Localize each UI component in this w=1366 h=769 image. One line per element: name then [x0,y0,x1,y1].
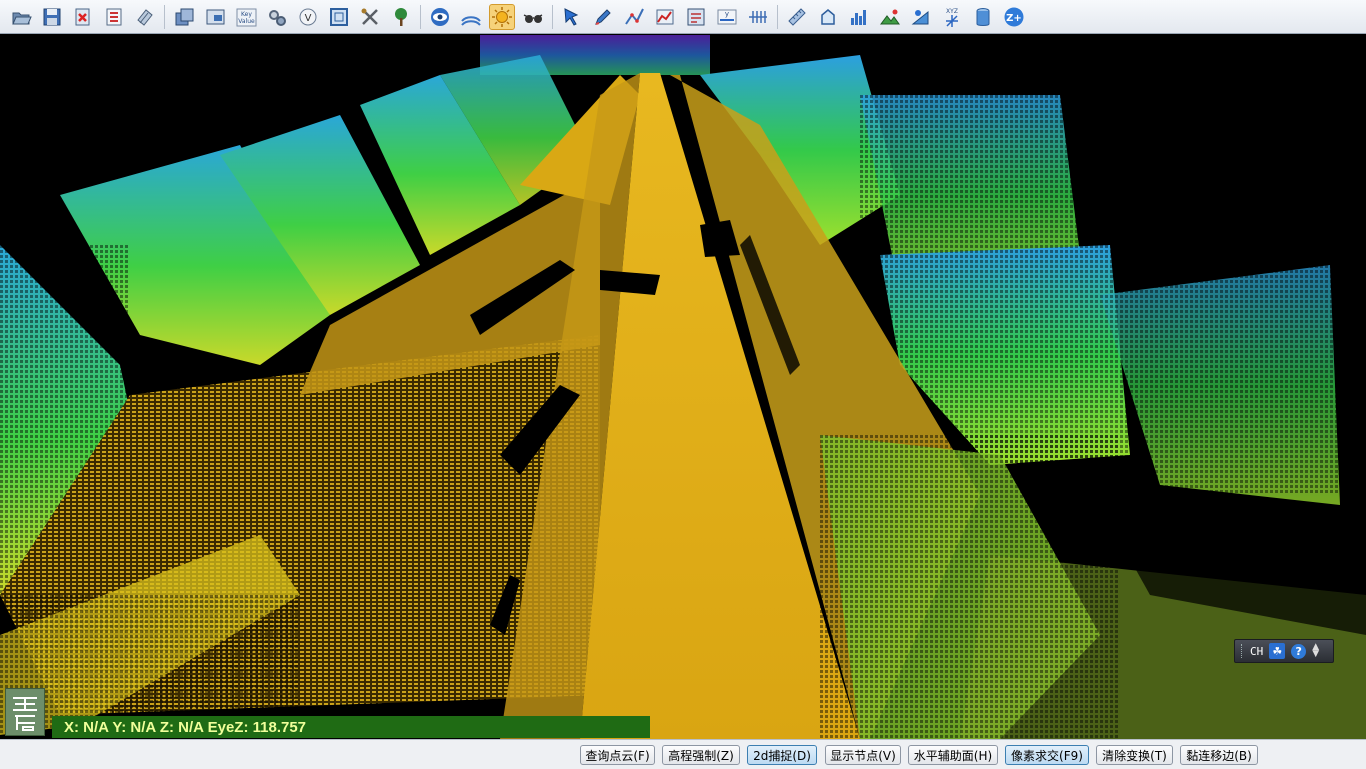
point-cloud-button[interactable] [458,4,484,30]
point-cloud-scene [0,35,1366,739]
eye-button[interactable] [427,4,453,30]
app-logo [5,688,45,736]
slope-button[interactable] [908,4,934,30]
toolbar-separator [552,4,553,29]
query-point-cloud-button[interactable]: 查询点云(F) [580,745,655,765]
key-value-button[interactable]: Key Value [233,4,259,30]
eye-icon [431,7,449,26]
layer-list-icon [106,8,122,25]
delete-file-button[interactable] [70,4,96,30]
horizontal-aux-plane-button[interactable]: 水平辅助面(H) [908,745,998,765]
import-icon [137,8,153,26]
clear-transform-button[interactable]: 清除变换(T) [1096,745,1173,765]
sun-button[interactable] [489,3,515,30]
point-cloud-viewport[interactable] [0,35,1366,739]
coordinate-readout: X: N/A Y: N/A Z: N/A EyeZ: 118.757 [52,716,650,738]
edit-pen-button[interactable] [590,4,616,30]
layer-list-button[interactable] [101,4,127,30]
polyline-icon [625,8,644,25]
crop-section-button[interactable] [683,4,709,30]
xyz-axes-icon: XYZ [946,8,958,27]
bottom-status-bar: 查询点云(F) 高程强制(Z) 2d捕捉(D) 显示节点(V) 水平辅助面(H)… [0,739,1366,769]
v-circle-icon: V [299,8,317,25]
toolbar-separator [777,4,778,29]
measure-ruler-icon [788,7,806,26]
cylinder-button[interactable] [970,4,996,30]
ime-language-toggle[interactable]: CH [1250,645,1263,658]
grid-lines-button[interactable] [745,4,771,30]
cylinder-icon [976,7,990,26]
ime-paw-icon[interactable]: ☘ [1269,643,1286,659]
stick-move-edge-button[interactable]: 黏连移边(B) [1180,745,1258,765]
toolbar-separator [164,4,165,29]
logo-glyph-icon [13,697,37,731]
y-axis-icon: y [717,9,737,24]
import-button[interactable] [132,4,158,30]
screenshot-icon [206,9,225,24]
save-button[interactable] [39,4,65,30]
open-button[interactable] [8,4,34,30]
svg-text:Key: Key [241,11,252,18]
sun-icon [492,6,512,27]
profile-chart-button[interactable] [652,4,678,30]
measure-ruler-button[interactable] [784,4,810,30]
ime-toolbar[interactable]: CH ☘ ? ▲ ▼ [1234,639,1334,663]
main-toolbar: Key Value Vy XYZ Z+ [0,0,1366,34]
pointer-arrow-button[interactable] [559,4,585,30]
zoom-z-button[interactable]: Z+ [1001,4,1027,30]
terrain-button[interactable] [877,4,903,30]
svg-text:Z+: Z+ [1006,13,1022,24]
toolbar-separator [420,4,421,29]
settings-gears-button[interactable] [264,4,290,30]
profile-chart-icon [656,9,674,24]
glasses-button[interactable] [520,4,546,30]
svg-text:V: V [305,13,312,24]
shape-button[interactable] [815,4,841,30]
shape-icon [821,8,835,25]
ime-menu-arrow-icon[interactable]: ▲ ▼ [1312,643,1319,659]
tree-button[interactable] [388,4,414,30]
select-box-button[interactable] [326,4,352,30]
select-box-icon [330,7,348,26]
window-layers-icon [175,8,194,25]
show-nodes-button[interactable]: 显示节点(V) [825,745,901,765]
ime-help-icon[interactable]: ? [1291,643,1307,659]
zoom-z-icon: Z+ [1004,7,1024,26]
delete-file-icon [75,8,90,25]
snap-2d-button[interactable]: 2d捕捉(D) [747,745,817,765]
xyz-axes-button[interactable]: XYZ [939,4,965,30]
edit-pen-icon [595,8,611,25]
tools-icon [361,8,378,25]
elevation-force-button[interactable]: 高程强制(Z) [662,745,740,765]
open-icon [12,12,32,24]
terrain-icon [880,9,900,24]
tools-button[interactable] [357,4,383,30]
coordinate-text: X: N/A Y: N/A Z: N/A EyeZ: 118.757 [64,718,307,736]
point-cloud-icon [461,15,481,26]
slope-icon [911,9,929,24]
pixel-intersect-button[interactable]: 像素求交(F9) [1005,745,1089,765]
tree-icon [395,7,407,26]
pointer-arrow-icon [564,7,579,26]
polyline-button[interactable] [621,4,647,30]
y-axis-button[interactable]: y [714,4,740,30]
svg-text:y: y [725,10,729,18]
window-layers-button[interactable] [171,4,197,30]
ime-drag-handle[interactable] [1241,644,1244,658]
save-icon [43,8,61,25]
svg-text:XYZ: XYZ [946,8,958,15]
v-circle-button[interactable]: V [295,4,321,30]
grid-lines-icon [749,10,767,23]
histogram-icon [851,9,866,25]
settings-gears-icon [269,9,286,26]
svg-text:Value: Value [238,18,255,25]
crop-section-icon [687,8,705,25]
glasses-icon [523,13,543,23]
key-value-icon: KeyValue [236,8,257,26]
histogram-button[interactable] [846,4,872,30]
screenshot-button[interactable] [202,4,228,30]
